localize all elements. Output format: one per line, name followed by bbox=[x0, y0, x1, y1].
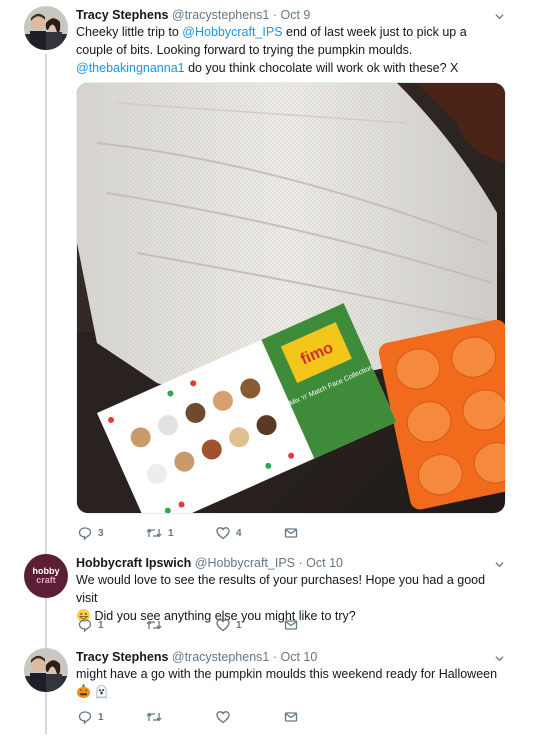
envelope-icon bbox=[284, 620, 298, 630]
timestamp[interactable]: Oct 10 bbox=[306, 556, 343, 570]
handle[interactable]: @tracystephens1 bbox=[172, 650, 269, 664]
retweet-icon bbox=[146, 528, 162, 538]
chevron-down-icon[interactable] bbox=[495, 12, 504, 21]
retweet-button[interactable] bbox=[146, 710, 168, 724]
text-segment: might have a go with the pumpkin moulds … bbox=[76, 667, 498, 681]
reply-icon bbox=[78, 619, 92, 632]
tweet-photo[interactable]: fimo Mix 'n' Match Face Collection bbox=[76, 82, 506, 514]
reply-count: 3 bbox=[98, 527, 104, 539]
retweet-count: 1 bbox=[168, 527, 174, 539]
display-name[interactable]: Hobbycraft Ipswich bbox=[76, 556, 191, 570]
jack-o-lantern-icon bbox=[76, 684, 91, 699]
chevron-down-icon[interactable] bbox=[495, 654, 504, 663]
mention-link[interactable]: @thebakingnanna1 bbox=[76, 61, 185, 75]
heart-icon bbox=[216, 711, 230, 724]
tweet-text: Cheeky little trip to @Hobbycraft_IPS en… bbox=[76, 23, 506, 77]
reply-count: 1 bbox=[98, 711, 104, 723]
reply-icon bbox=[78, 527, 92, 540]
reply-button[interactable]: 1 bbox=[78, 710, 104, 724]
tweet-3[interactable]: Tracy Stephens @tracystephens1 · Oct 10 … bbox=[0, 642, 534, 736]
reply-button[interactable]: 1 bbox=[78, 618, 104, 632]
like-button[interactable]: 4 bbox=[216, 526, 242, 540]
chevron-down-icon[interactable] bbox=[495, 560, 504, 569]
envelope-icon bbox=[284, 528, 298, 538]
dm-button[interactable] bbox=[284, 710, 298, 724]
ghost-icon bbox=[96, 685, 108, 699]
tweet-text: We would love to see the results of your… bbox=[76, 571, 506, 625]
separator: · bbox=[298, 556, 303, 570]
timestamp[interactable]: Oct 10 bbox=[281, 650, 318, 664]
separator: · bbox=[272, 650, 278, 664]
tweet-1[interactable]: Tracy Stephens @tracystephens1 · Oct 9 C… bbox=[0, 0, 534, 545]
avatar[interactable] bbox=[24, 6, 68, 50]
text-segment: Cheeky little trip to bbox=[76, 25, 183, 39]
retweet-button[interactable]: 1 bbox=[146, 526, 174, 540]
reply-count: 1 bbox=[98, 619, 104, 631]
separator: · bbox=[272, 8, 278, 22]
heart-icon bbox=[216, 619, 230, 632]
reply-button[interactable]: 3 bbox=[78, 526, 104, 540]
handle[interactable]: @tracystephens1 bbox=[172, 8, 269, 22]
retweet-icon bbox=[146, 712, 162, 722]
tweet-text: might have a go with the pumpkin moulds … bbox=[76, 665, 506, 701]
handle[interactable]: @Hobbycraft_IPS bbox=[195, 556, 295, 570]
tweet-header: Tracy Stephens @tracystephens1 · Oct 10 bbox=[76, 650, 317, 664]
display-name[interactable]: Tracy Stephens bbox=[76, 8, 168, 22]
envelope-icon bbox=[284, 712, 298, 722]
dm-button[interactable] bbox=[284, 526, 298, 540]
avatar[interactable]: hobby craft bbox=[24, 554, 68, 598]
reply-icon bbox=[78, 711, 92, 724]
tweet-2[interactable]: hobby craft Hobbycraft Ipswich @Hobbycra… bbox=[0, 548, 534, 640]
avatar[interactable] bbox=[24, 648, 68, 692]
tweet-header: Tracy Stephens @tracystephens1 · Oct 9 bbox=[76, 8, 310, 22]
mention-link[interactable]: @Hobbycraft_IPS bbox=[182, 25, 282, 39]
timestamp[interactable]: Oct 9 bbox=[281, 8, 311, 22]
like-count: 4 bbox=[236, 527, 242, 539]
display-name[interactable]: Tracy Stephens bbox=[76, 650, 168, 664]
retweet-icon bbox=[146, 620, 162, 630]
like-button[interactable]: 1 bbox=[216, 618, 242, 632]
text-segment: We would love to see the results of your… bbox=[76, 573, 486, 605]
text-segment: do you think chocolate will work ok with… bbox=[184, 61, 459, 75]
like-button[interactable] bbox=[216, 710, 236, 724]
like-count: 1 bbox=[236, 619, 242, 631]
avatar-logo-text: craft bbox=[36, 575, 56, 585]
tweet-header: Hobbycraft Ipswich @Hobbycraft_IPS · Oct… bbox=[76, 556, 343, 570]
dm-button[interactable] bbox=[284, 618, 298, 632]
retweet-button[interactable] bbox=[146, 618, 168, 632]
heart-icon bbox=[216, 527, 230, 540]
